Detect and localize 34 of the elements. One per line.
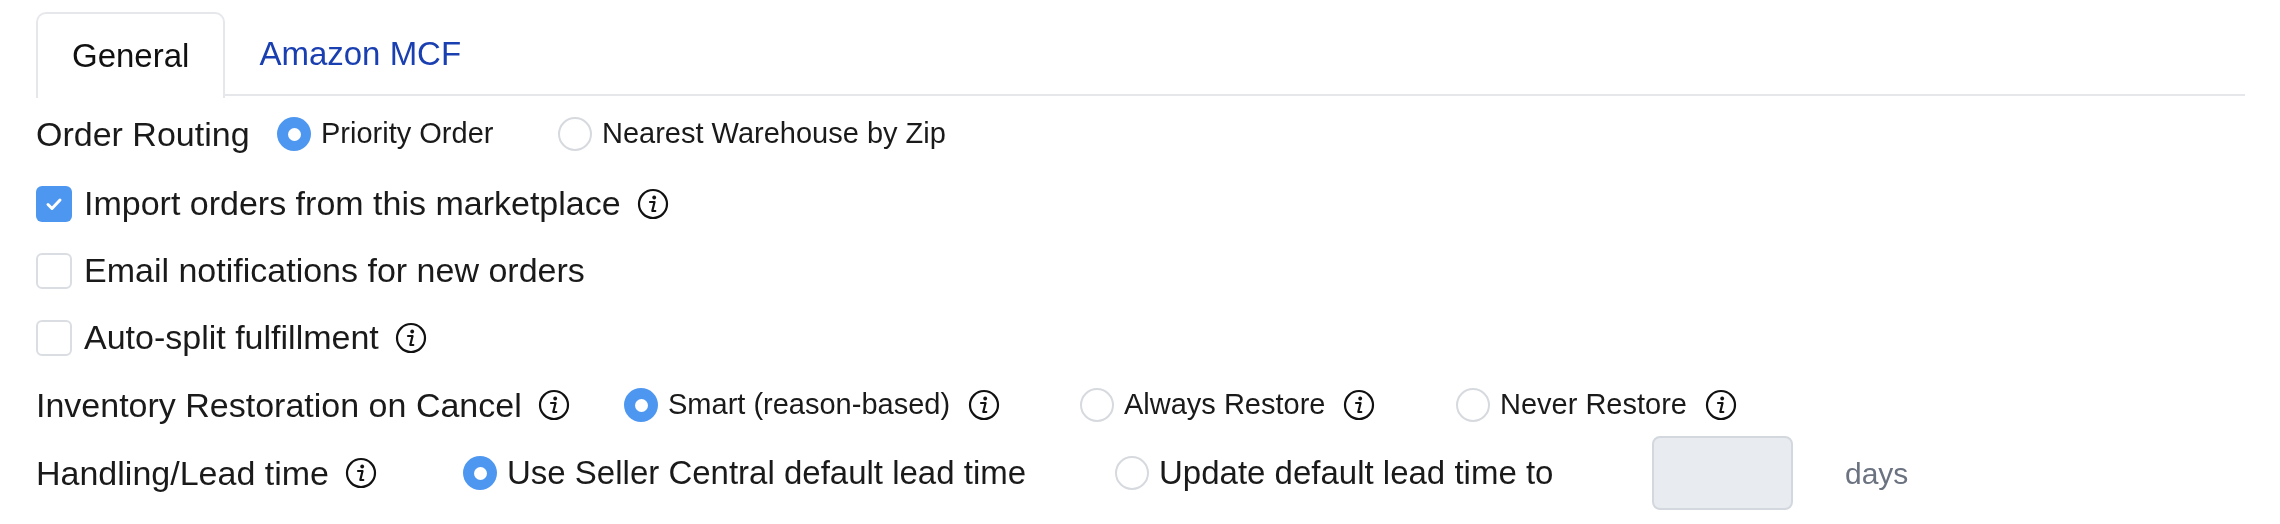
tab[interactable]: Amazon MCF xyxy=(225,12,496,96)
info-icon[interactable] xyxy=(394,321,427,354)
info-icon[interactable] xyxy=(344,457,377,489)
option-label: Priority Order xyxy=(321,116,494,152)
info-icon[interactable] xyxy=(636,187,669,220)
checkbox[interactable] xyxy=(36,252,72,289)
radio-button[interactable] xyxy=(1080,388,1114,422)
radio-button[interactable] xyxy=(277,117,311,151)
radio-button[interactable] xyxy=(1456,388,1490,422)
radio-button[interactable] xyxy=(463,456,497,490)
tab[interactable]: General xyxy=(36,12,226,98)
option-label: Nearest Warehouse by Zip xyxy=(602,116,946,152)
checkbox[interactable] xyxy=(36,185,72,222)
option-label: Always Restore xyxy=(1124,387,1326,423)
option-label: Never Restore xyxy=(1500,387,1687,423)
checkbox-label: Auto-split fulfillment xyxy=(84,317,379,358)
checkbox-label: Import orders from this marketplace xyxy=(84,183,621,224)
radio-button[interactable] xyxy=(1115,456,1149,490)
checkbox-label: Email notifications for new orders xyxy=(84,250,585,291)
checkbox[interactable] xyxy=(36,319,72,356)
option-label: Use Seller Central default lead time xyxy=(507,453,1027,494)
lead-time-input[interactable] xyxy=(1652,436,1793,510)
radio-button[interactable] xyxy=(624,388,658,422)
info-icon[interactable] xyxy=(1704,389,1737,421)
option-label: Smart (reason-based) xyxy=(668,387,951,423)
field-label: Handling/Lead time xyxy=(36,452,329,494)
unit-label: days xyxy=(1845,455,1909,492)
info-icon[interactable] xyxy=(1343,389,1376,421)
radio-button[interactable] xyxy=(558,117,592,151)
option-label: Update default lead time to xyxy=(1159,453,1554,494)
info-icon[interactable] xyxy=(968,389,1001,421)
info-icon[interactable] xyxy=(537,389,570,421)
field-label: Inventory Restoration on Cancel xyxy=(36,384,522,426)
field-label: Order Routing xyxy=(36,113,251,155)
